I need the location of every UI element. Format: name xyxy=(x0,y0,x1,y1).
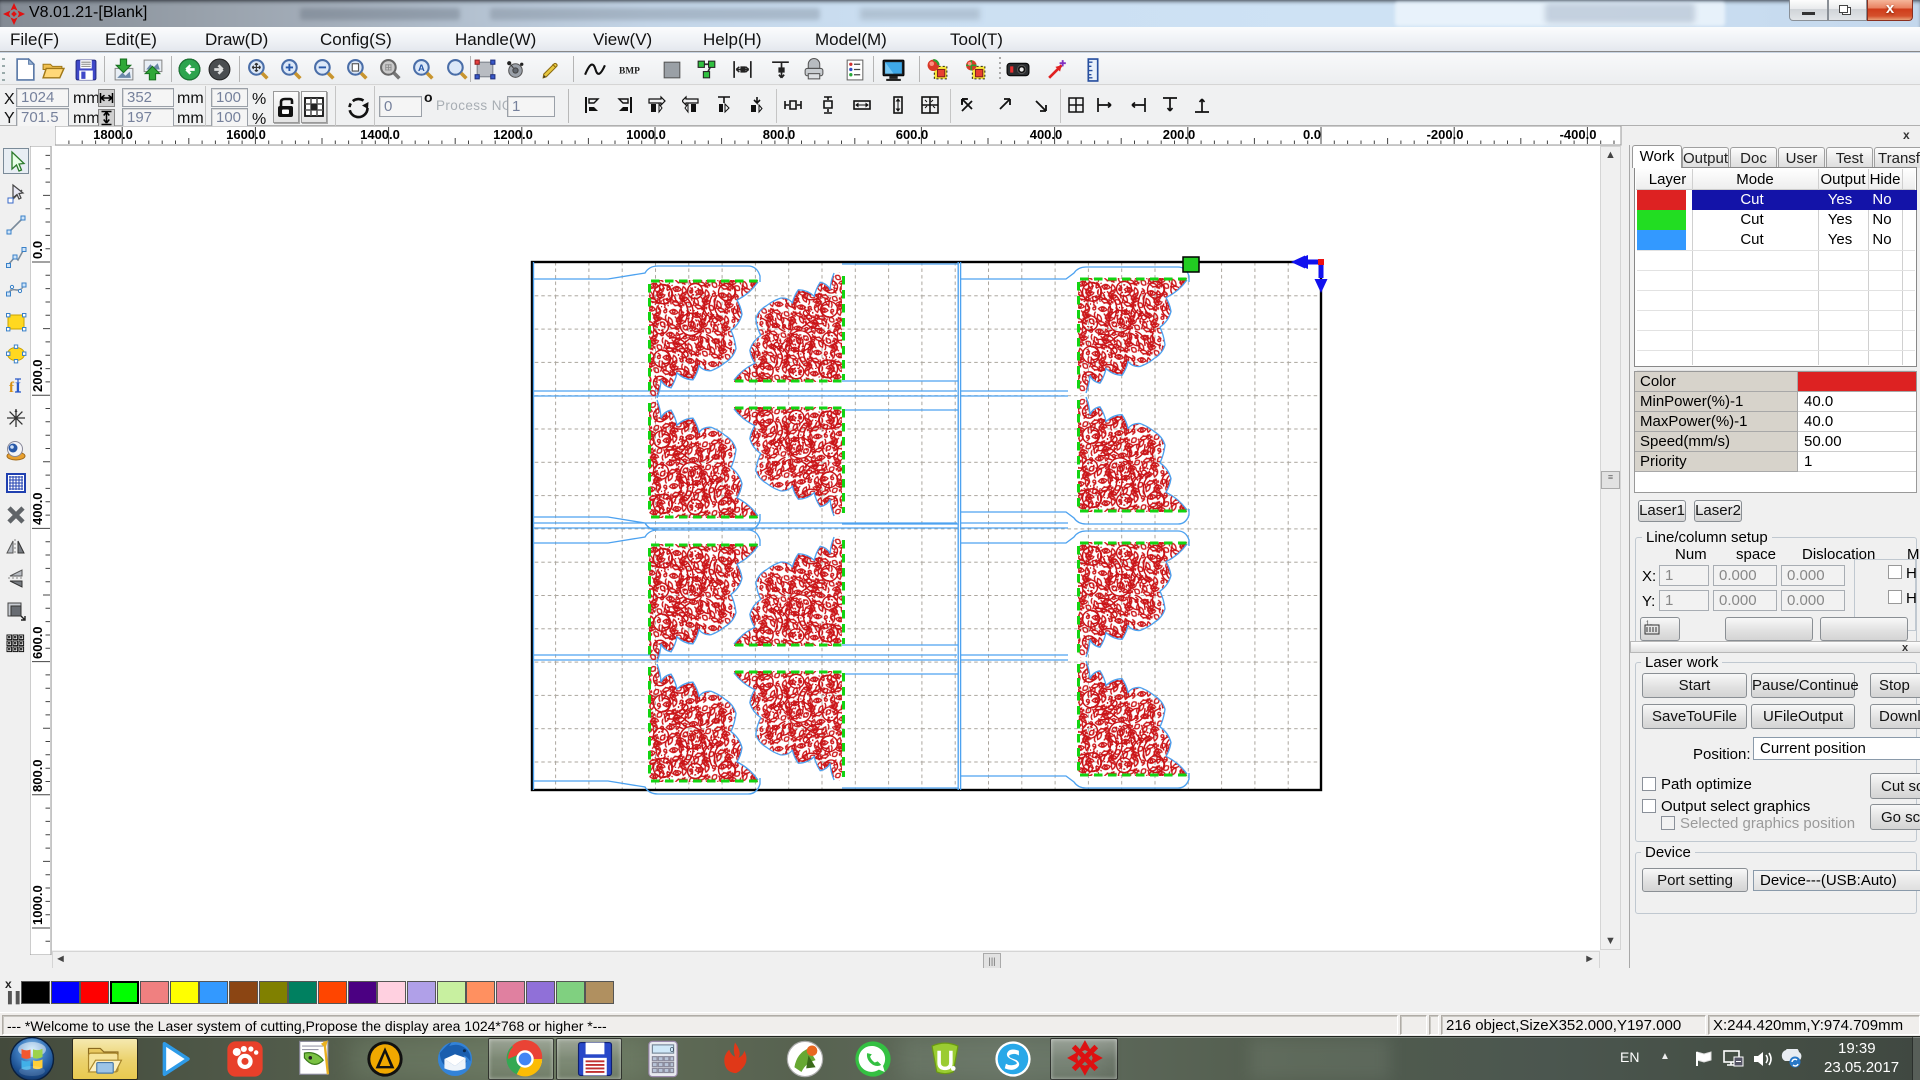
svg-text:0.0: 0.0 xyxy=(30,241,45,259)
svg-text:1..: 1.. xyxy=(1646,621,1653,627)
svg-text:-200.0: -200.0 xyxy=(1427,127,1464,142)
svg-text:1400.0: 1400.0 xyxy=(360,127,400,142)
svg-text:BMP: BMP xyxy=(619,67,640,77)
svg-text:1800.0: 1800.0 xyxy=(93,127,133,142)
svg-text:1000.0: 1000.0 xyxy=(30,885,45,925)
svg-text:1200.0: 1200.0 xyxy=(493,127,533,142)
svg-text:A: A xyxy=(418,62,425,73)
svg-text:600.0: 600.0 xyxy=(30,626,45,659)
svg-text:-400.0: -400.0 xyxy=(1560,127,1597,142)
svg-text:0.0: 0.0 xyxy=(1303,127,1321,142)
svg-text:400.0: 400.0 xyxy=(1030,127,1063,142)
svg-text:800.0: 800.0 xyxy=(30,759,45,792)
svg-text:1600.0: 1600.0 xyxy=(226,127,266,142)
svg-text:200.0: 200.0 xyxy=(1163,127,1196,142)
svg-text:0: 0 xyxy=(670,1047,674,1054)
svg-text:400.0: 400.0 xyxy=(30,492,45,525)
svg-text:800.0: 800.0 xyxy=(763,127,796,142)
svg-text:200.0: 200.0 xyxy=(30,359,45,392)
svg-text:1000.0: 1000.0 xyxy=(626,127,666,142)
svg-text:600.0: 600.0 xyxy=(896,127,929,142)
